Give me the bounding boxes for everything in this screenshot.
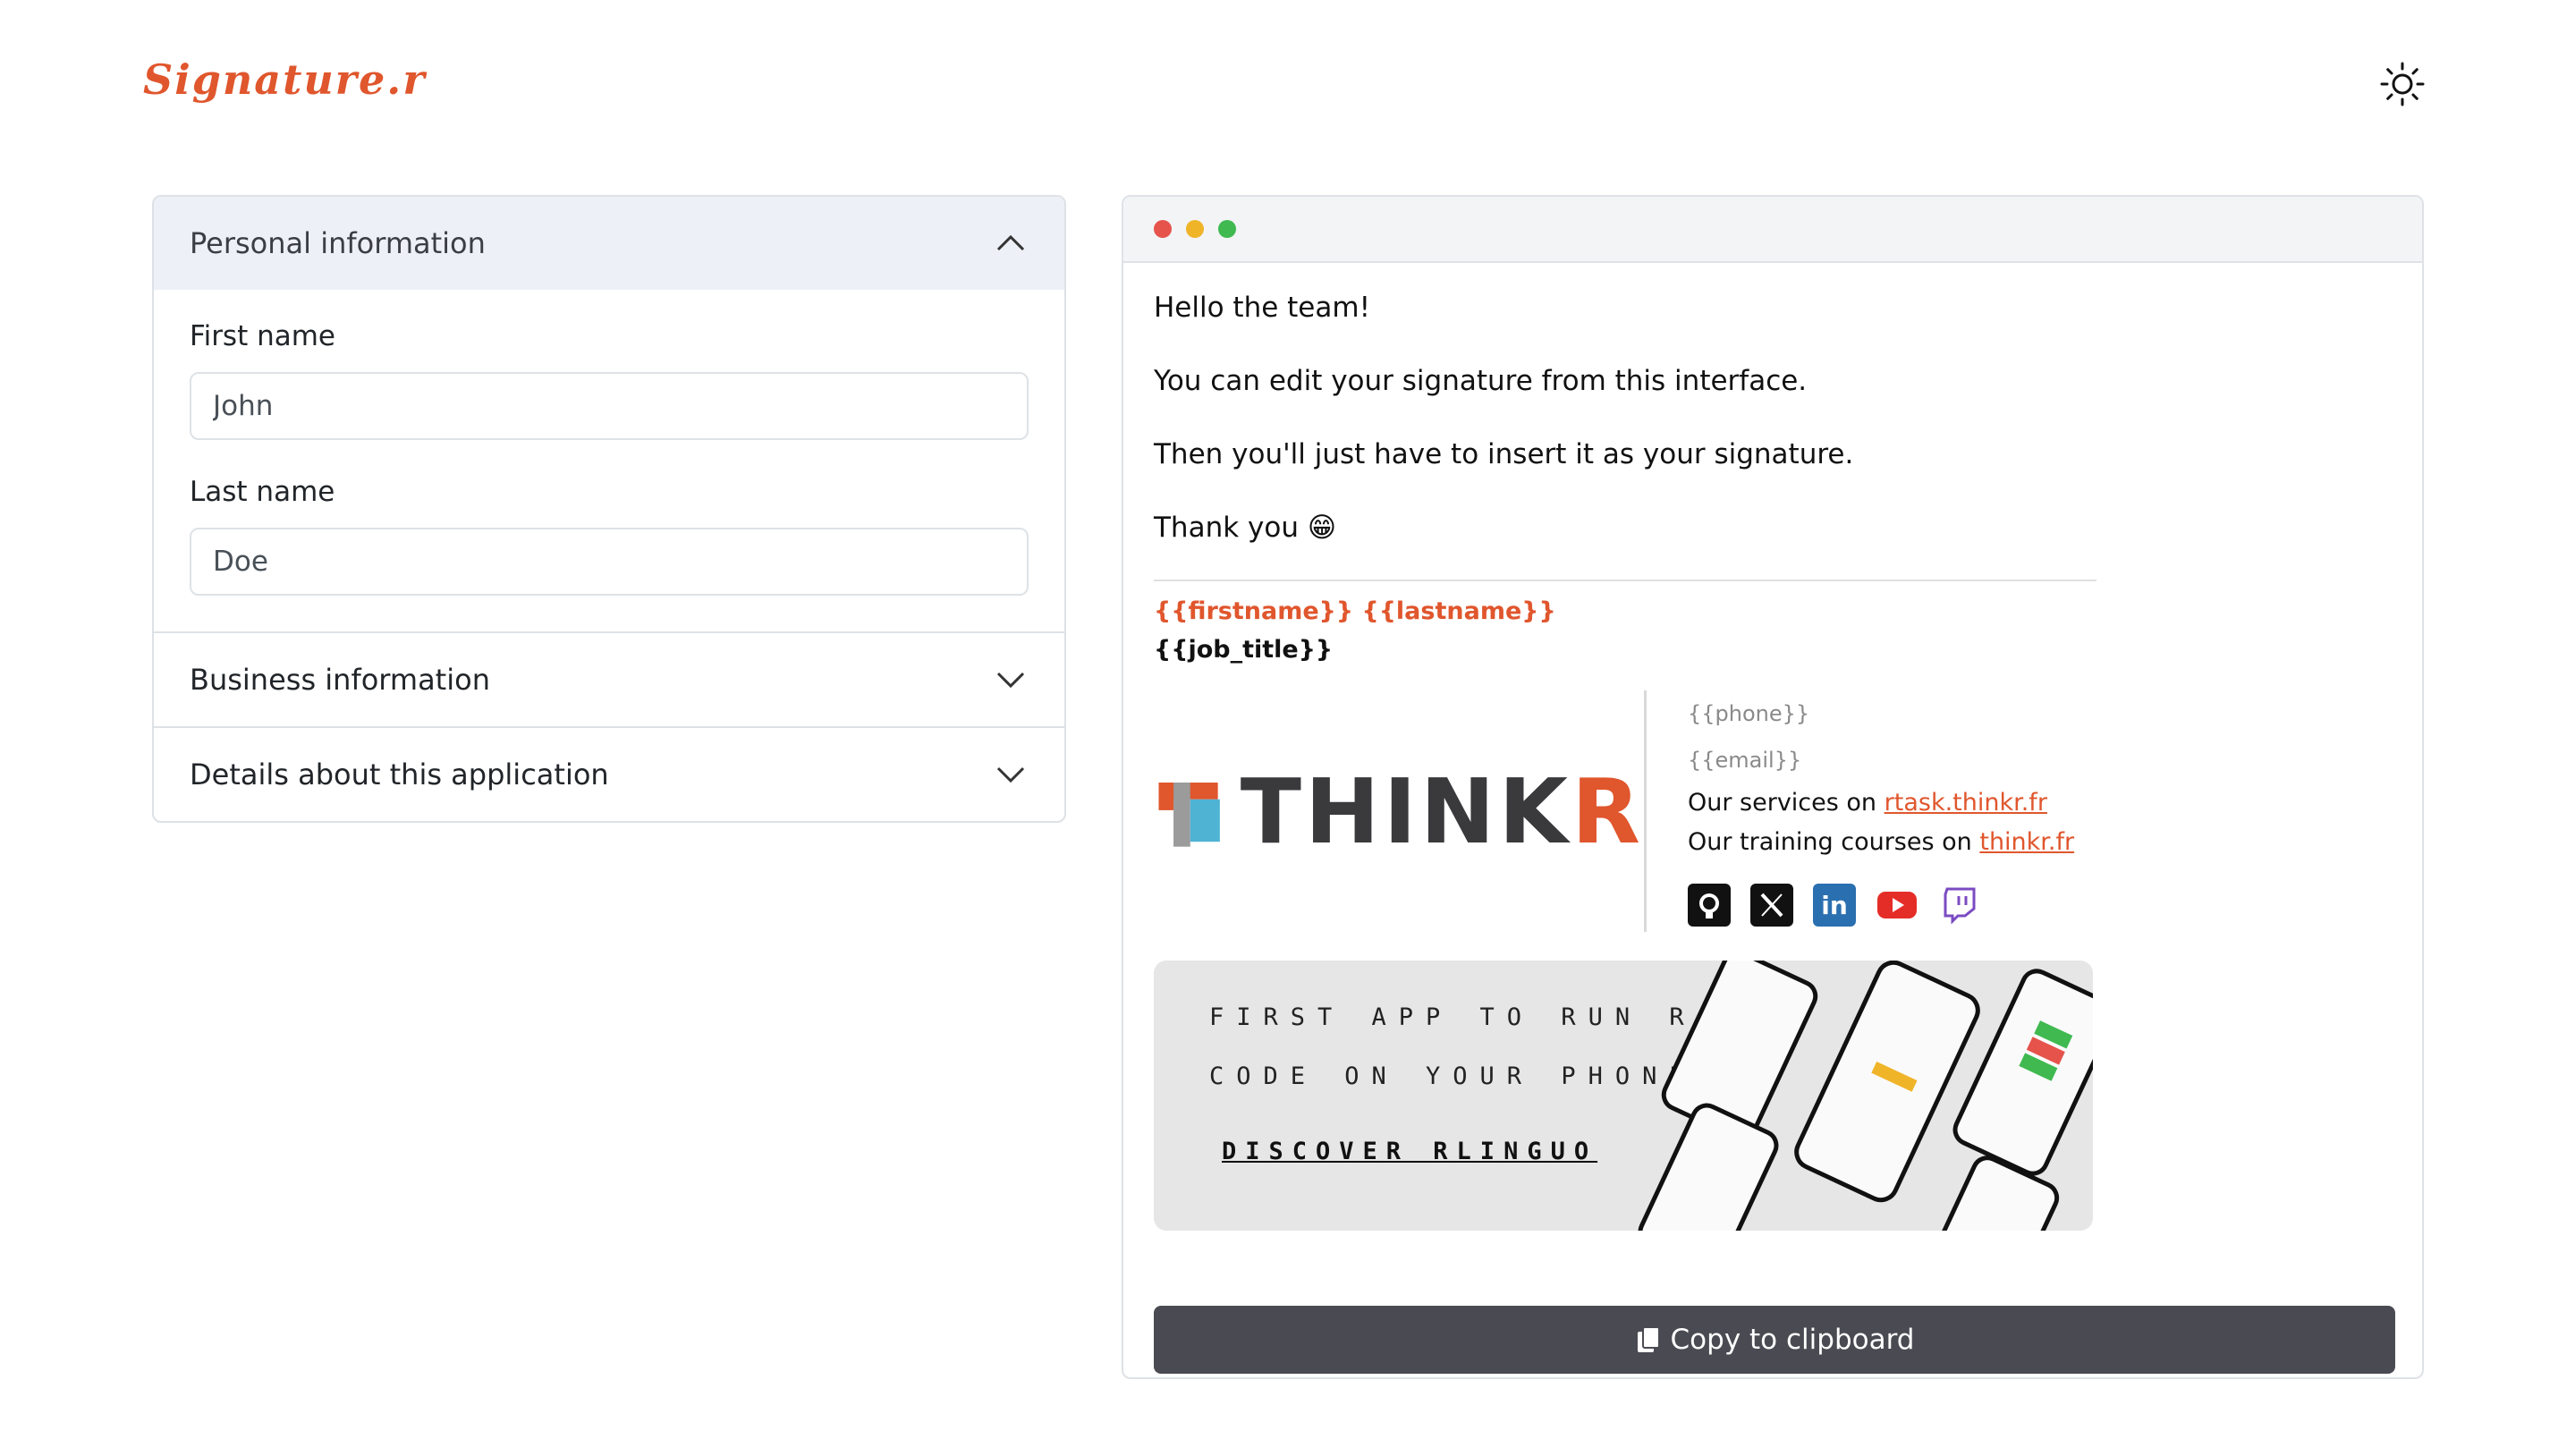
window-close-dot (1154, 220, 1172, 238)
company-logo-text: THINKR (1240, 758, 1644, 864)
email-line-1: You can edit your signature from this in… (1154, 365, 1808, 397)
chevron-up-icon (996, 234, 1025, 251)
app-details-header[interactable]: Details about this application (154, 728, 1064, 821)
signature-job-title: {{job_title}} (1154, 636, 1334, 664)
services-label: Our services on (1688, 789, 1877, 817)
banner-line-1: FIRST APP TO RUN R (1209, 1003, 1697, 1031)
window-minimize-dot (1186, 220, 1204, 238)
email-preview-window: Hello the team! You can edit your signat… (1122, 195, 2424, 1379)
theme-toggle-sun-icon[interactable] (2379, 61, 2426, 107)
window-maximize-dot (1218, 220, 1236, 238)
thanks-text: Thank you (1154, 512, 1299, 544)
rlinguo-banner[interactable]: FIRST APP TO RUN R CODE ON YOUR PHONE DI… (1154, 961, 2093, 1231)
github-icon[interactable] (1688, 884, 1731, 927)
first-name-input[interactable] (190, 372, 1029, 440)
chevron-down-icon (996, 766, 1025, 783)
settings-accordion: Personal information First name Last nam… (152, 195, 1066, 823)
app-logo: Signature.r (143, 55, 427, 104)
email-thanks: Thank you 😁 (1154, 513, 2392, 542)
x-icon[interactable] (1750, 884, 1793, 927)
linkedin-icon[interactable]: in (1813, 884, 1856, 927)
phone-mockups-image (1638, 961, 2093, 1231)
first-name-label: First name (190, 320, 336, 352)
last-name-input[interactable] (190, 528, 1029, 596)
email-line-2: Then you'll just have to insert it as yo… (1154, 438, 1854, 470)
phone-placeholder: {{phone}} (1688, 701, 1810, 726)
business-info-header[interactable]: Business information (154, 633, 1064, 726)
window-title-bar (1123, 197, 2422, 263)
signature-details: THINKR {{phone}} {{email}} Our services … (1154, 690, 2096, 932)
signature-name: {{firstname}} {{lastname}} (1154, 597, 1556, 625)
training-label: Our training courses on (1688, 828, 1972, 856)
services-link[interactable]: rtask.thinkr.fr (1885, 789, 2047, 817)
company-logo: THINKR (1154, 690, 1647, 932)
twitch-icon[interactable] (1938, 884, 1981, 927)
personal-info-title: Personal information (190, 226, 486, 260)
banner-line-2: CODE ON YOUR PHONE (1209, 1062, 1697, 1090)
youtube-icon[interactable] (1876, 884, 1918, 927)
services-line: Our services on rtask.thinkr.fr (1688, 783, 2074, 823)
grin-emoji-icon: 😁 (1307, 512, 1337, 544)
email-placeholder: {{email}} (1688, 748, 1802, 773)
thinkr-mark-icon (1158, 783, 1220, 847)
signature-block: {{firstname}} {{lastname}} {{job_title}}… (1154, 580, 2096, 1231)
discover-rlinguo-link[interactable]: DISCOVER RLINGUO (1222, 1138, 1597, 1165)
last-name-label: Last name (190, 476, 335, 508)
training-link[interactable]: thinkr.fr (1979, 828, 2074, 856)
copy-button-label: Copy to clipboard (1670, 1324, 1915, 1356)
social-links: in (1688, 884, 2074, 927)
personal-info-header[interactable]: Personal information (154, 197, 1064, 290)
clipboard-icon (1637, 1326, 1660, 1352)
personal-info-body: First name Last name (154, 290, 1064, 631)
chevron-down-icon (996, 672, 1025, 689)
email-body: Hello the team! You can edit your signat… (1123, 263, 2422, 1231)
email-greeting: Hello the team! (1154, 292, 1371, 324)
copy-to-clipboard-button[interactable]: Copy to clipboard (1154, 1306, 2395, 1374)
signature-contact: {{phone}} {{email}} Our services on rtas… (1647, 690, 2074, 932)
business-info-title: Business information (190, 663, 490, 697)
training-line: Our training courses on thinkr.fr (1688, 823, 2074, 862)
app-details-title: Details about this application (190, 758, 609, 791)
